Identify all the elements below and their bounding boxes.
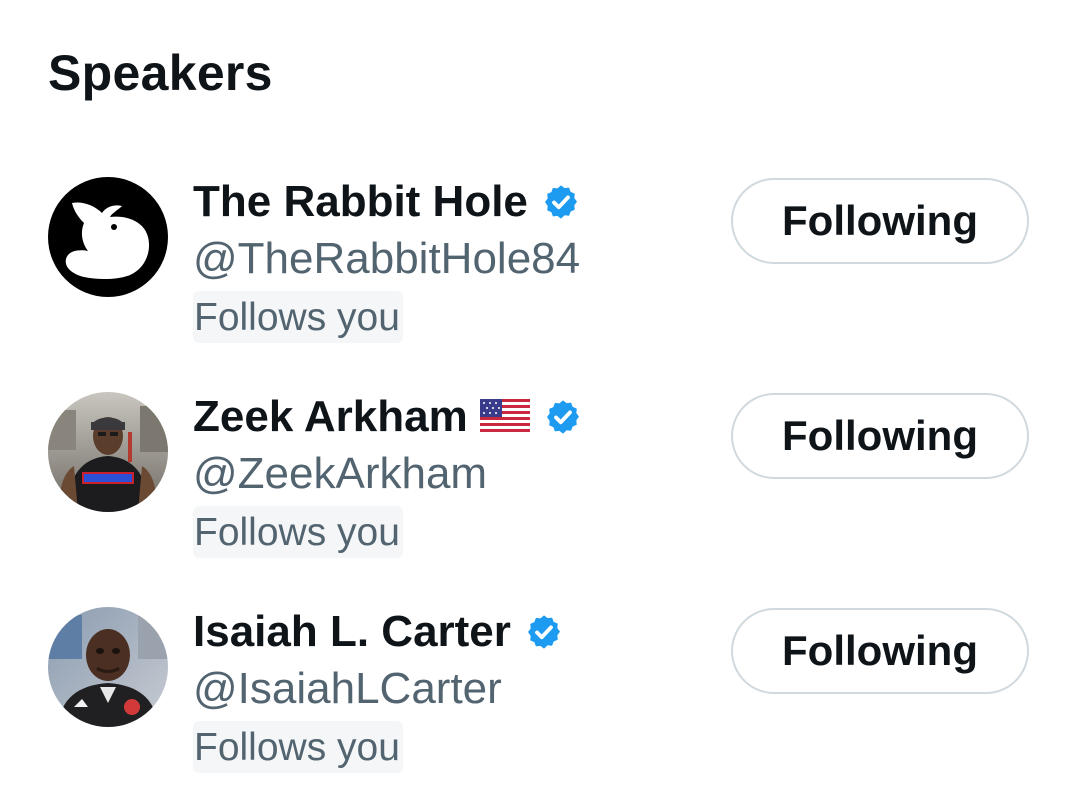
follows-you-badge: Follows you [193, 506, 403, 558]
display-name[interactable]: Isaiah L. Carter [193, 607, 511, 657]
display-name[interactable]: The Rabbit Hole [193, 177, 528, 227]
handle[interactable]: @TheRabbitHole84 [193, 233, 580, 285]
follows-you-badge: Follows you [193, 291, 403, 343]
handle[interactable]: @ZeekArkham [193, 448, 487, 500]
following-button[interactable]: Following [731, 393, 1029, 479]
speaker-row[interactable]: The Rabbit Hole @TheRabbitHole84 Follows… [0, 177, 1080, 367]
avatar[interactable] [48, 607, 168, 727]
follows-you-badge: Follows you [193, 721, 403, 773]
name-line: The Rabbit Hole [193, 177, 580, 227]
name-line: Zeek Arkham [193, 392, 582, 442]
following-button[interactable]: Following [731, 608, 1029, 694]
user-photo-icon [48, 607, 168, 727]
following-button[interactable]: Following [731, 178, 1029, 264]
verified-badge-icon [546, 400, 579, 434]
speaker-row[interactable]: Zeek Arkham @ZeekArkham Follows you Foll… [0, 392, 1080, 582]
avatar[interactable] [48, 177, 168, 297]
display-name[interactable]: Zeek Arkham [193, 392, 468, 442]
verified-badge-icon [527, 615, 560, 649]
us-flag-icon [479, 399, 530, 435]
user-photo-icon [48, 392, 168, 512]
section-title: Speakers [48, 45, 273, 101]
name-line: Isaiah L. Carter [193, 607, 563, 657]
handle[interactable]: @IsaiahLCarter [193, 663, 502, 715]
rabbit-logo-icon [48, 177, 168, 297]
verified-badge-icon [544, 185, 577, 219]
avatar[interactable] [48, 392, 168, 512]
speaker-row[interactable]: Isaiah L. Carter @IsaiahLCarter Follows … [0, 607, 1080, 797]
